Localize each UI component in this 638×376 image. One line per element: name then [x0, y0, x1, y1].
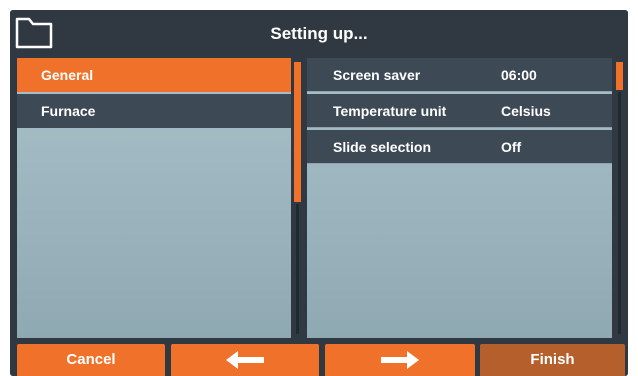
category-label: General [41, 67, 94, 83]
scrollbar-thumb[interactable] [616, 62, 623, 90]
setting-value: Off [501, 139, 522, 155]
page-title: Setting up... [270, 24, 368, 43]
setting-value: 06:00 [501, 67, 537, 83]
device-screen: Setting up... General Furnace Screen sav… [10, 10, 628, 376]
category-item-general[interactable]: General [17, 58, 291, 92]
setting-row-screen-saver[interactable]: Screen saver 06:00 [307, 58, 612, 92]
footer-bar: Cancel Finish [10, 338, 628, 376]
next-button[interactable] [325, 344, 475, 376]
scrollbar-rail [296, 204, 299, 334]
category-label: Furnace [41, 103, 96, 119]
setting-row-temperature-unit[interactable]: Temperature unit Celsius [307, 94, 612, 128]
setting-label: Slide selection [333, 139, 432, 155]
setting-label: Screen saver [333, 67, 421, 83]
settings-list: Screen saver 06:00 Temperature unit Cels… [307, 58, 612, 338]
scrollbar-rail [618, 92, 621, 334]
setting-label: Temperature unit [333, 103, 447, 119]
category-list: General Furnace [17, 58, 291, 338]
category-item-furnace[interactable]: Furnace [17, 94, 291, 128]
setting-row-slide-selection[interactable]: Slide selection Off [307, 130, 612, 164]
settings-scrollbar[interactable] [613, 58, 626, 338]
arrow-right-icon [381, 351, 419, 369]
finish-button[interactable]: Finish [480, 344, 625, 376]
back-button[interactable] [171, 344, 319, 376]
cancel-button[interactable]: Cancel [17, 344, 165, 376]
title-bar: Setting up... [10, 10, 628, 58]
arrow-left-icon [226, 351, 264, 369]
category-scrollbar[interactable] [291, 58, 304, 338]
setting-value: Celsius [501, 103, 551, 119]
scrollbar-thumb[interactable] [294, 62, 301, 202]
